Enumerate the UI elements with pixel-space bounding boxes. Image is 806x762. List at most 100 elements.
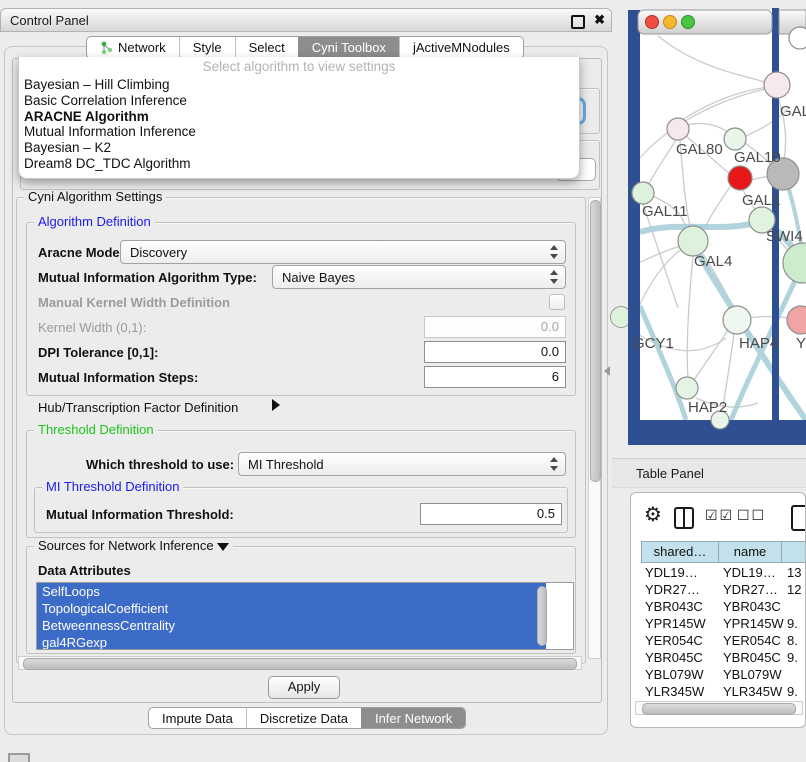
mi-steps-input[interactable]: 6 [424, 366, 566, 388]
node-gal11[interactable] [632, 182, 654, 204]
split-columns-icon[interactable] [674, 507, 694, 529]
tab-select[interactable]: Select [235, 37, 298, 58]
cell: YBL079W [645, 667, 704, 682]
table-hscroll-track[interactable] [635, 701, 803, 715]
column-header-shared-name[interactable]: shared… [641, 541, 719, 563]
node-gal10[interactable] [724, 128, 746, 150]
node-label: SWI4 [766, 228, 803, 245]
threshold-definition-title: Threshold Definition [34, 423, 158, 437]
table-panel-titlebar[interactable]: Table Panel [612, 458, 806, 488]
node-label: Y [796, 335, 806, 352]
list-item[interactable]: SelfLoops [37, 583, 546, 600]
node-gal80[interactable] [667, 118, 689, 140]
column-header-partial[interactable] [781, 541, 806, 563]
tab-cyni-toolbox-label: Cyni Toolbox [312, 40, 386, 55]
tab-jactivemnodules[interactable]: jActiveMNodules [399, 37, 523, 58]
algorithm-option[interactable]: Dream8 DC_TDC Algorithm [19, 156, 579, 172]
node-gal1-selected[interactable] [728, 166, 752, 190]
settings-vscroll-thumb[interactable] [590, 200, 601, 482]
sources-title[interactable]: Sources for Network Inference [34, 539, 233, 553]
mi-steps-label: Mutual Information Steps: [38, 370, 198, 385]
algorithm-dropdown[interactable]: Select algorithm to view settings Bayesi… [18, 57, 580, 179]
list-vertical-scrollbar[interactable] [537, 586, 547, 646]
tab-impute-data[interactable]: Impute Data [149, 708, 246, 728]
tab-style-label: Style [193, 40, 222, 55]
tab-infer-network[interactable]: Infer Network [361, 708, 465, 728]
algorithm-option[interactable]: Basic Correlation Inference [19, 93, 579, 109]
splitter-handle-icon[interactable] [604, 366, 610, 376]
collapse-down-icon[interactable] [217, 543, 229, 551]
deselect-all-columns-icon[interactable]: ☐☐ [737, 508, 766, 524]
cell: YPR145W [645, 616, 706, 631]
stepper-up-icon [550, 270, 558, 275]
control-panel-titlebar[interactable]: Control Panel ✖ [0, 8, 612, 32]
node[interactable] [764, 72, 790, 98]
table-rows: YDL19…YDL19…13 YDR27…YDR27…12 YBR043CYBR… [631, 563, 806, 701]
cell: 9. [787, 684, 798, 699]
algorithm-option[interactable]: Bayesian – K2 [19, 140, 579, 156]
select-all-columns-icon[interactable]: ☑☑ [705, 508, 734, 524]
tab-style[interactable]: Style [179, 37, 235, 58]
cyni-settings-title: Cyni Algorithm Settings [24, 190, 166, 204]
which-threshold-select[interactable]: MI Threshold [238, 452, 566, 476]
aracne-mode-select[interactable]: Discovery [120, 240, 566, 264]
kernel-width-input[interactable]: 0.0 [424, 316, 566, 338]
close-traffic-light[interactable] [646, 16, 659, 29]
data-attributes-list[interactable]: SelfLoops TopologicalCoefficient Between… [36, 582, 574, 650]
minimized-panel-icon[interactable] [8, 753, 30, 762]
list-item[interactable]: BetweennessCentrality [37, 617, 546, 634]
manual-kernel-checkbox[interactable] [549, 294, 565, 310]
cell: 8. [787, 633, 798, 648]
cell: 12 [787, 582, 801, 597]
node-hap4[interactable] [723, 306, 751, 334]
node-hap2[interactable] [676, 377, 698, 399]
list-item[interactable]: gal4RGexp [37, 634, 546, 650]
node-label: GAL10 [734, 149, 781, 166]
node[interactable] [789, 27, 806, 49]
cell: YBR043C [645, 599, 703, 614]
screen: Control Panel ✖ Network Style Select Cyn… [0, 0, 806, 762]
zoom-traffic-light[interactable] [682, 16, 695, 29]
cell: YDR27… [645, 582, 700, 597]
settings-hscroll-track[interactable] [18, 656, 582, 670]
minimize-traffic-light[interactable] [664, 16, 677, 29]
close-icon[interactable]: ✖ [594, 12, 605, 28]
dpi-tolerance-input[interactable]: 0.0 [424, 341, 566, 363]
float-window-icon[interactable] [571, 15, 585, 29]
tab-jactivemnodules-label: jActiveMNodules [413, 40, 510, 55]
new-table-icon[interactable] [791, 505, 806, 531]
node-gal4[interactable] [678, 226, 708, 256]
algorithm-option-selected[interactable]: ARACNE Algorithm [19, 109, 579, 125]
hub-definition-label[interactable]: Hub/Transcription Factor Definition [38, 400, 238, 415]
which-threshold-label: Which threshold to use: [86, 457, 234, 472]
settings-vscroll-track[interactable] [588, 197, 601, 659]
cell: YDL19… [645, 565, 698, 580]
apply-button[interactable]: Apply [268, 676, 340, 699]
stepper-up-icon [550, 457, 558, 462]
stepper-down-icon [550, 466, 558, 471]
table-hscroll-thumb[interactable] [642, 703, 796, 715]
control-panel-tabbar: Network Style Select Cyni Toolbox jActiv… [86, 36, 524, 59]
bottom-tabbar: Impute Data Discretize Data Infer Networ… [148, 707, 466, 729]
mi-type-select[interactable]: Naive Bayes [272, 265, 566, 289]
network-view-window[interactable]: GAL8 GAL80 GAL10 GAL1 GAL11 SWI4 GAL4 GC… [628, 8, 806, 445]
data-attributes-label: Data Attributes [38, 563, 131, 578]
cell: YER054C [645, 633, 703, 648]
mi-threshold-group-title: MI Threshold Definition [42, 480, 183, 494]
settings-hscroll-thumb[interactable] [23, 658, 577, 670]
algorithm-option[interactable]: Bayesian – Hill Climbing [19, 77, 579, 93]
list-item[interactable]: TopologicalCoefficient [37, 600, 546, 617]
algorithm-option[interactable]: Mutual Information Inference [19, 124, 579, 140]
column-header-name[interactable]: name [718, 541, 782, 563]
network-tab-icon [100, 41, 113, 55]
dpi-tolerance-label: DPI Tolerance [0,1]: [38, 345, 158, 360]
tab-select-label: Select [249, 40, 285, 55]
mi-threshold-input[interactable]: 0.5 [420, 503, 562, 525]
tab-cyni-toolbox[interactable]: Cyni Toolbox [298, 37, 399, 58]
gear-icon[interactable]: ⚙ [644, 502, 662, 526]
tab-network[interactable]: Network [87, 37, 179, 58]
aracne-mode-label: Aracne Mode: [38, 245, 124, 260]
stepper-up-icon [550, 245, 558, 250]
expand-right-icon[interactable] [272, 399, 280, 411]
tab-discretize-data[interactable]: Discretize Data [246, 708, 361, 728]
